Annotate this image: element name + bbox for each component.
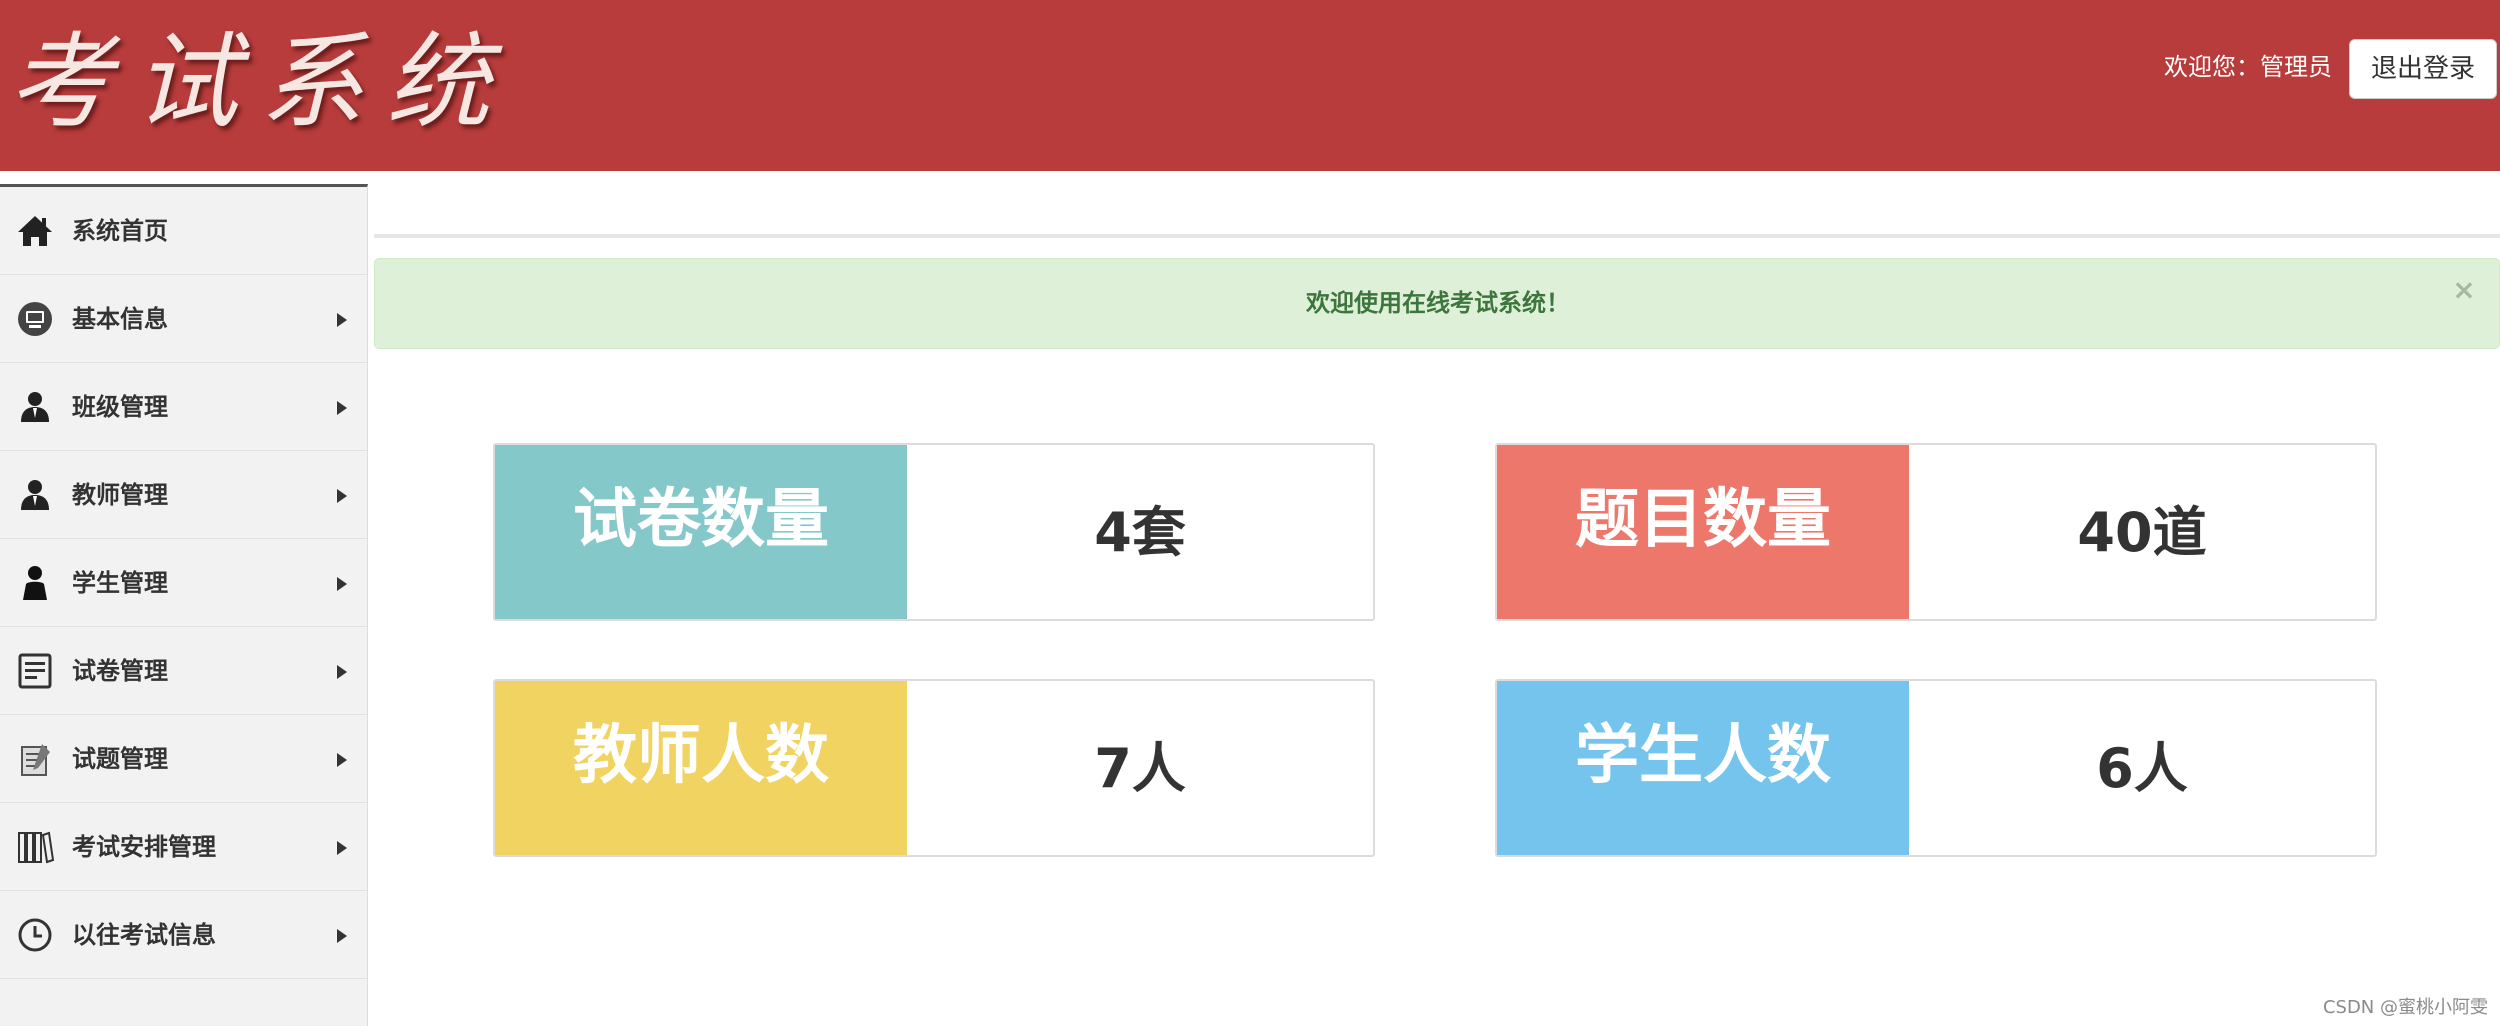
chevron-right-icon	[337, 577, 347, 591]
sidebar-item-question-management[interactable]: 试题管理	[0, 715, 367, 803]
home-icon	[16, 212, 54, 250]
sidebar-item-paper-management[interactable]: 试卷管理	[0, 627, 367, 715]
sidebar-item-label: 班级管理	[72, 393, 168, 421]
chevron-right-icon	[337, 753, 347, 767]
sidebar-item-label: 基本信息	[72, 305, 168, 333]
stat-value: 40道	[2077, 501, 2207, 564]
sidebar-item-home[interactable]: 系统首页	[0, 187, 367, 275]
chevron-right-icon	[337, 841, 347, 855]
stat-card-questions: 题目数量 40道	[1495, 443, 2377, 621]
stat-card-students: 学生人数 6人	[1495, 679, 2377, 857]
chevron-right-icon	[337, 313, 347, 327]
stat-value: 7人	[1094, 737, 1186, 800]
welcome-text: 欢迎您：管理员	[2164, 53, 2332, 81]
monitor-icon	[16, 300, 54, 338]
stat-card-papers: 试卷数量 4套	[493, 443, 1375, 621]
page: 考试系统 欢迎您：管理员 退出登录 系统首页 基本信息 班级管理 教师管理 学生…	[0, 0, 2500, 1026]
notepad-icon	[16, 740, 54, 778]
user-icon	[16, 564, 54, 602]
sidebar-item-label: 学生管理	[72, 569, 168, 597]
stat-label: 教师人数	[495, 681, 907, 855]
content-divider	[374, 234, 2500, 238]
chevron-right-icon	[337, 401, 347, 415]
sidebar-item-label: 教师管理	[72, 481, 168, 509]
sidebar-item-exam-schedule[interactable]: 考试安排管理	[0, 803, 367, 891]
alert-message: 欢迎使用在线考试系统！	[1306, 289, 1570, 317]
logout-button[interactable]: 退出登录	[2349, 39, 2497, 99]
chevron-right-icon	[337, 489, 347, 503]
stat-label: 学生人数	[1497, 681, 1909, 855]
sidebar-item-label: 考试安排管理	[72, 833, 216, 861]
user-icon	[16, 476, 54, 514]
sidebar-item-class-management[interactable]: 班级管理	[0, 363, 367, 451]
close-icon[interactable]: ×	[2451, 276, 2477, 304]
sidebar-item-student-management[interactable]: 学生管理	[0, 539, 367, 627]
top-header: 考试系统 欢迎您：管理员 退出登录	[0, 0, 2500, 171]
stat-value: 6人	[2096, 737, 2188, 800]
books-icon	[16, 828, 54, 866]
sidebar-item-teacher-management[interactable]: 教师管理	[0, 451, 367, 539]
sidebar-item-label: 以往考试信息	[72, 921, 216, 949]
sidebar: 系统首页 基本信息 班级管理 教师管理 学生管理 试卷管理 试题管理 考试安排管…	[0, 184, 368, 1026]
user-icon	[16, 388, 54, 426]
stat-value: 4套	[1094, 501, 1186, 564]
sidebar-item-basic-info[interactable]: 基本信息	[0, 275, 367, 363]
welcome-alert: 欢迎使用在线考试系统！ ×	[374, 258, 2500, 349]
sidebar-item-past-exams[interactable]: 以往考试信息	[0, 891, 367, 979]
stat-card-teachers: 教师人数 7人	[493, 679, 1375, 857]
sidebar-item-label: 试卷管理	[72, 657, 168, 685]
sidebar-item-label: 试题管理	[72, 745, 168, 773]
watermark: CSDN @蜜桃小阿雯	[2322, 997, 2488, 1018]
stat-label: 题目数量	[1497, 445, 1909, 619]
clock-icon	[16, 916, 54, 954]
sidebar-item-label: 系统首页	[72, 217, 168, 245]
app-logo: 考试系统	[8, 21, 513, 143]
chevron-right-icon	[337, 929, 347, 943]
chevron-right-icon	[337, 665, 347, 679]
stat-label: 试卷数量	[495, 445, 907, 619]
document-icon	[16, 652, 54, 690]
